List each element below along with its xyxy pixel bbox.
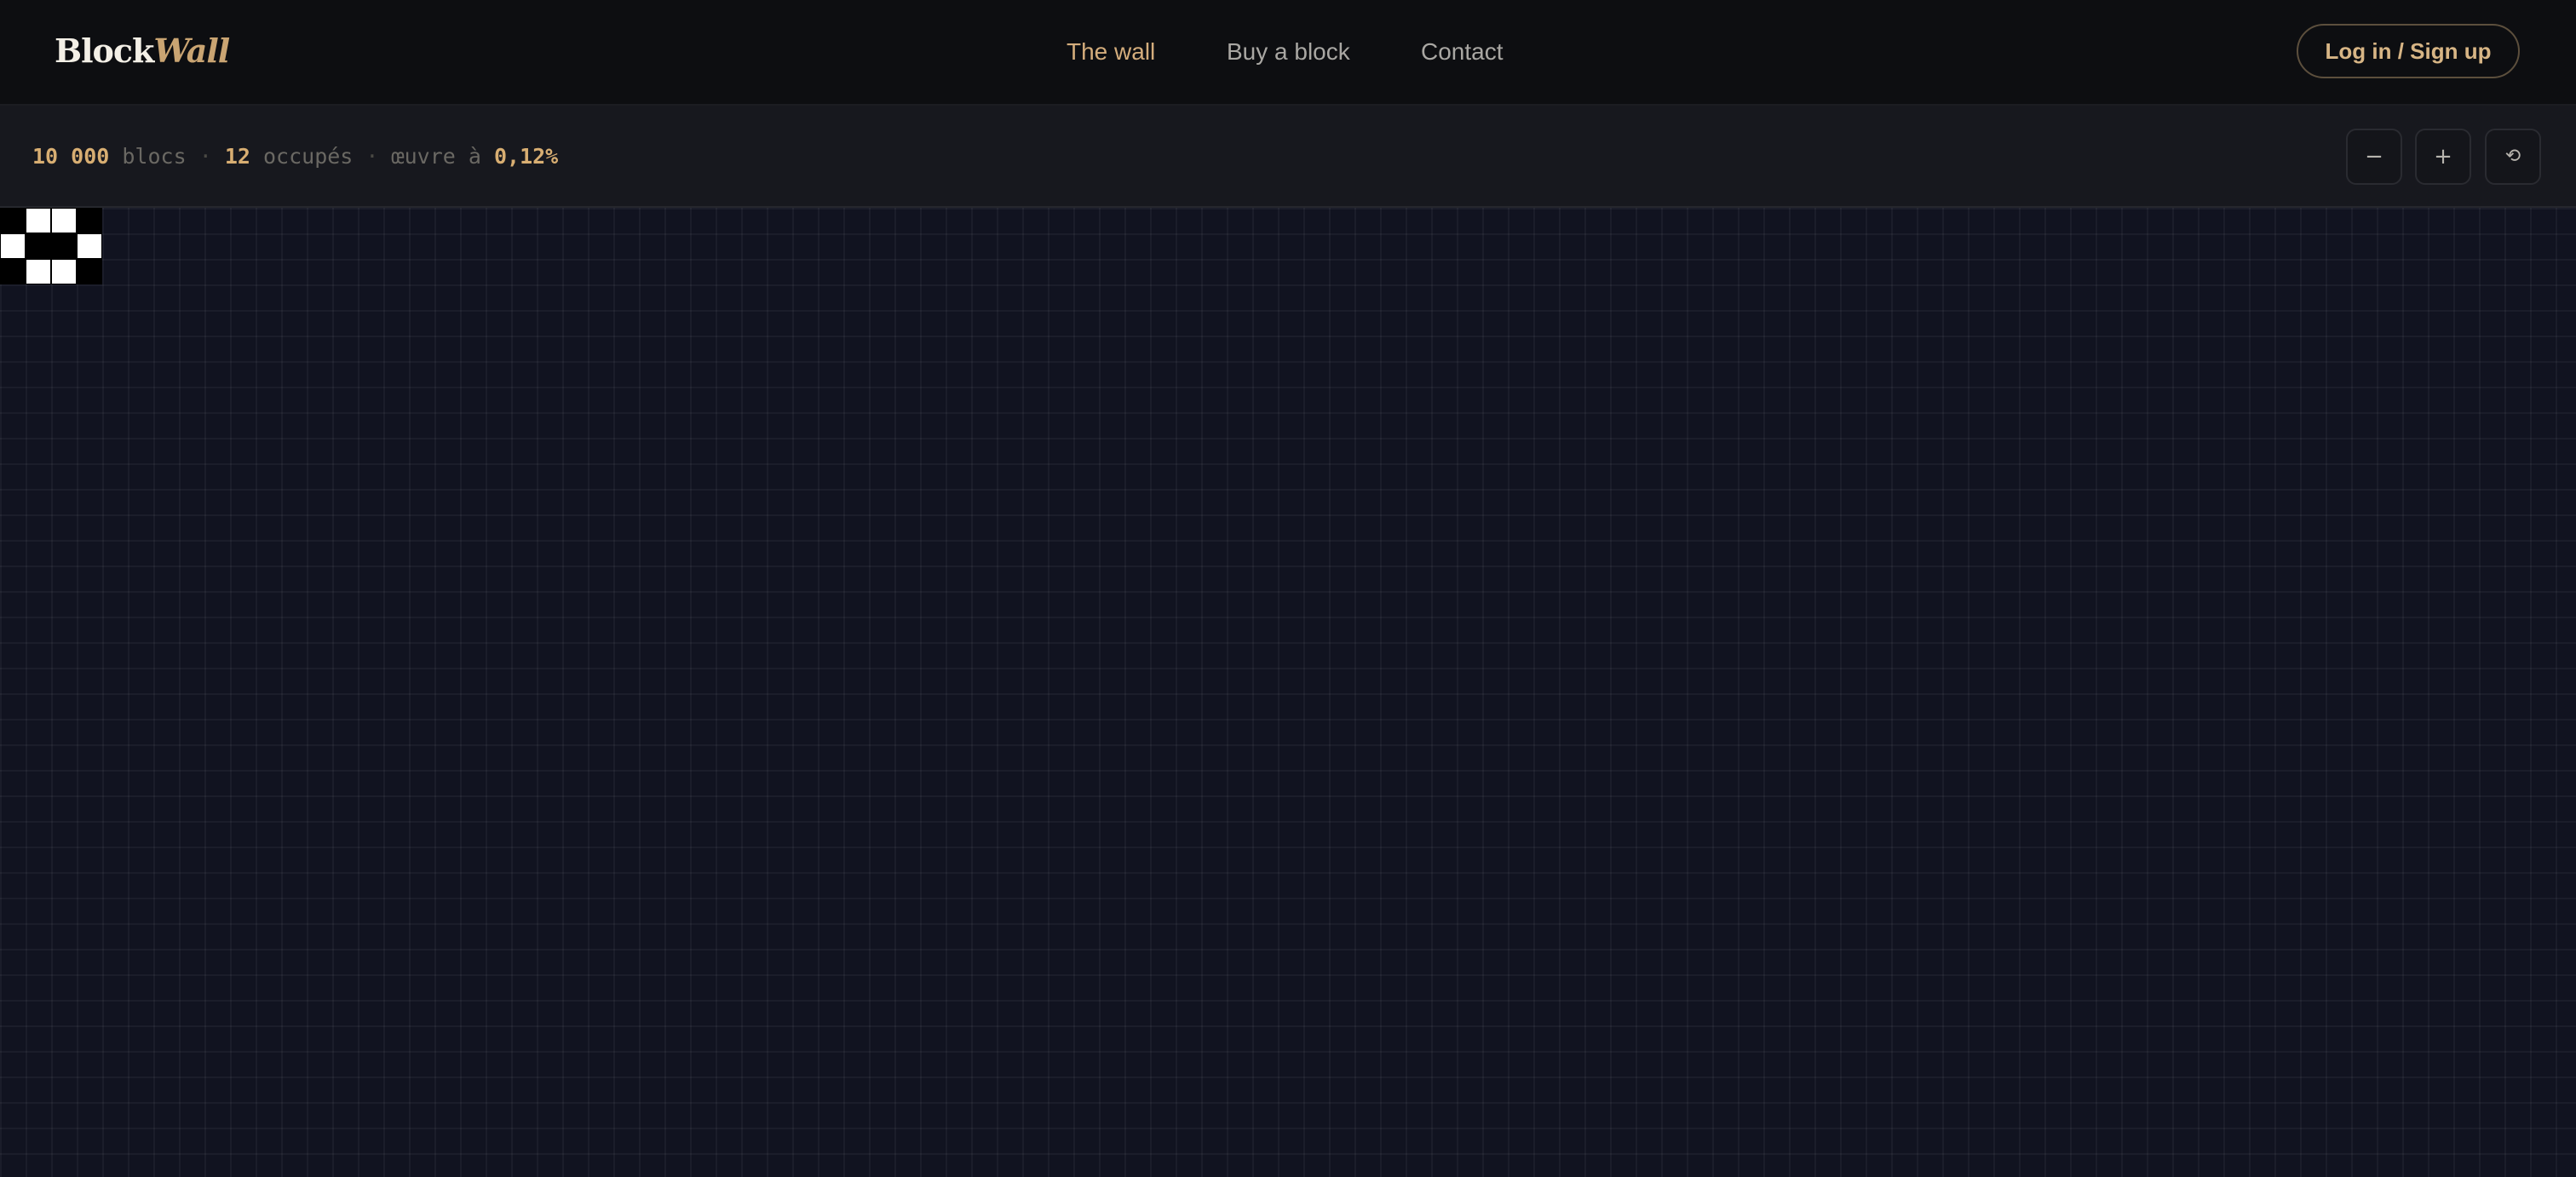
wall-block[interactable] (26, 208, 51, 233)
nav-link-the-wall[interactable]: The wall (1067, 32, 1155, 72)
stats-occupied-label: occupés (263, 144, 354, 169)
nav-link-buy-a-block[interactable]: Buy a block (1227, 32, 1350, 72)
wall-block[interactable] (77, 259, 102, 284)
stats-separator: · (198, 144, 212, 169)
reset-view-button[interactable]: ⟲ (2485, 129, 2541, 185)
wall-toolbar: 10 000 blocs · 12 occupés · œuvre à 0,12… (0, 106, 2576, 208)
top-header: BlockWall The wall Buy a block Contact L… (0, 0, 2576, 106)
wall-artwork[interactable] (0, 208, 102, 284)
wall-block[interactable] (77, 208, 102, 233)
reset-icon: ⟲ (2504, 146, 2521, 167)
block-wall-grid[interactable] (0, 208, 2576, 1177)
wall-block[interactable] (0, 259, 26, 284)
stats-total-label: blocs (122, 144, 187, 169)
wall-block[interactable] (51, 259, 77, 284)
wall-block[interactable] (0, 233, 26, 259)
zoom-out-button[interactable]: − (2346, 129, 2402, 185)
wall-block[interactable] (51, 233, 77, 259)
stats-total-count: 10 000 (32, 144, 110, 169)
wall-block[interactable] (51, 208, 77, 233)
main-nav: The wall Buy a block Contact (0, 32, 2576, 72)
stats-occupied-count: 12 (224, 144, 250, 169)
wall-block[interactable] (26, 233, 51, 259)
nav-link-contact[interactable]: Contact (1421, 32, 1504, 72)
wall-block[interactable] (0, 208, 26, 233)
login-signup-button[interactable]: Log in / Sign up (2297, 24, 2520, 78)
wall-block[interactable] (26, 259, 51, 284)
wall-stats: 10 000 blocs · 12 occupés · œuvre à 0,12… (32, 140, 558, 174)
stats-separator: · (365, 144, 379, 169)
minus-icon: − (2365, 144, 2383, 169)
wall-block[interactable] (77, 233, 102, 259)
zoom-in-button[interactable]: + (2415, 129, 2471, 185)
stats-progress-label: œuvre à (391, 144, 481, 169)
plus-icon: + (2434, 144, 2452, 169)
stats-progress-value: 0,12% (493, 144, 559, 169)
